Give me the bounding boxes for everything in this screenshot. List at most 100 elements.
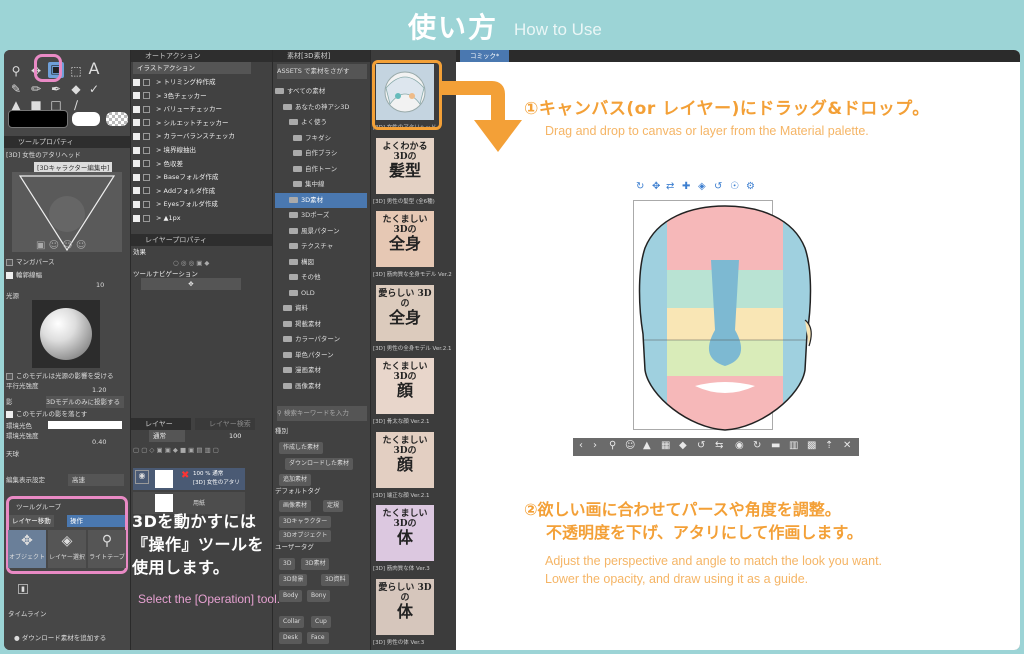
pen-tool-icon[interactable]: ✎ bbox=[8, 82, 24, 96]
tree-item[interactable]: 集中線 bbox=[275, 177, 367, 192]
floor-icon[interactable]: ▬ bbox=[771, 440, 780, 451]
grid-icon[interactable]: ▦ bbox=[661, 440, 670, 451]
material-thumbnail[interactable]: たくましい 3Dの体 bbox=[376, 505, 434, 561]
ambient-strength-value[interactable]: 0.40 bbox=[6, 436, 126, 448]
tree-item[interactable]: テクスチャ bbox=[275, 239, 367, 254]
material-thumbnail[interactable]: たくましい 3Dの顔 bbox=[376, 358, 434, 414]
height-icon[interactable]: ▲ bbox=[643, 440, 651, 451]
pose-icon[interactable]: ☺ bbox=[625, 440, 635, 451]
upload-icon[interactable]: ⇡ bbox=[825, 440, 833, 451]
layer-select-subtool-button[interactable]: ◈ レイヤー選択 bbox=[48, 530, 86, 568]
flip-icon[interactable]: ⇆ bbox=[715, 440, 723, 451]
tag-3d-background[interactable]: 3D背景 bbox=[279, 574, 308, 586]
tree-item[interactable]: 風景パターン bbox=[275, 224, 367, 239]
action-item[interactable]: > ▲1px bbox=[133, 212, 251, 224]
edit-display-select[interactable]: 高速 bbox=[68, 474, 124, 486]
tree-item[interactable]: 漫画素材 bbox=[275, 363, 367, 378]
move-plane-icon[interactable]: ◈ bbox=[698, 181, 706, 192]
tag-desk[interactable]: Desk bbox=[279, 632, 302, 644]
tree-item[interactable]: フキダシ bbox=[275, 131, 367, 146]
rotate-axis-icon[interactable]: ☉ bbox=[730, 181, 739, 192]
action-item[interactable]: > カラーバランスチェッカ bbox=[133, 130, 251, 142]
parallel-light-value[interactable]: 1.20 bbox=[6, 384, 126, 396]
layer-toolbar-icons[interactable]: ▢ ▢ ◇ ▣ ▣ ◆ ■ ▣ ▤ ▥ ▢ bbox=[133, 444, 251, 456]
delete-icon[interactable]: ✖ bbox=[181, 470, 189, 481]
manga-perspective-row[interactable]: マンガパース bbox=[6, 256, 126, 268]
action-item[interactable]: > Addフォルダ作成 bbox=[133, 185, 251, 197]
tag-collar[interactable]: Collar bbox=[279, 616, 305, 628]
snap-icon[interactable]: ⚙ bbox=[746, 181, 755, 192]
rotate-icon[interactable]: ↺ bbox=[697, 440, 705, 451]
tree-item[interactable]: 3Dポーズ bbox=[275, 208, 367, 223]
close-icon[interactable]: ✕ bbox=[843, 440, 851, 451]
preset-icon[interactable]: ▥ bbox=[789, 440, 798, 451]
material-thumbnail[interactable]: よくわかる 3Dの 髪型 bbox=[376, 137, 434, 194]
transparent-color-swatch[interactable] bbox=[106, 112, 128, 126]
eye-icon[interactable]: ◉ bbox=[135, 470, 149, 484]
ambient-color-swatch[interactable] bbox=[48, 421, 122, 429]
blend-mode-select[interactable]: 通常 bbox=[149, 430, 185, 442]
tree-item[interactable]: よく使う bbox=[275, 115, 367, 130]
download-material-button[interactable]: ● ダウンロード素材を追加する bbox=[14, 632, 106, 642]
layer-row-3d[interactable]: ◉ ✖ 100 % 通常 [3D] 女性のアタリ bbox=[133, 468, 245, 490]
material-thumbnail[interactable]: 愛らしい 3Dの体 bbox=[376, 578, 434, 635]
pencil-tool-icon[interactable]: ✏ bbox=[28, 82, 44, 96]
canvas-tab[interactable]: コミック* bbox=[460, 50, 510, 62]
next-icon[interactable]: › bbox=[593, 440, 597, 451]
tag-3d[interactable]: 3D bbox=[279, 558, 296, 570]
view-mode-icons[interactable]: ▣ ☺ ☺ ☺ bbox=[6, 240, 126, 252]
eyedropper-tool-icon[interactable]: ✓ bbox=[86, 82, 102, 96]
tag-created[interactable]: 作成した素材 bbox=[279, 442, 324, 454]
reset-icon[interactable]: ↻ bbox=[753, 440, 761, 451]
tree-item[interactable]: すべての素材 bbox=[275, 84, 367, 99]
tree-item[interactable]: 3D素材 bbox=[275, 192, 367, 208]
tab-layer-move[interactable]: レイヤー移動 bbox=[9, 515, 54, 527]
timeline-icon[interactable]: ▮ bbox=[18, 584, 28, 594]
action-set-select[interactable]: イラストアクション bbox=[133, 62, 251, 74]
tree-item[interactable]: OLD bbox=[275, 286, 367, 301]
tool-navigation-button[interactable]: ✥ bbox=[141, 278, 241, 290]
action-item[interactable]: > シルエットチェッカー bbox=[133, 117, 251, 129]
rotate-object-icon[interactable]: ↺ bbox=[714, 181, 722, 192]
cast-shadow-row[interactable]: このモデルの影を落とす bbox=[6, 408, 126, 420]
tag-bony[interactable]: Bony bbox=[307, 590, 331, 602]
tag-ruler[interactable]: 定規 bbox=[323, 500, 344, 512]
action-item[interactable]: > 3色チェッカー bbox=[133, 90, 251, 102]
lock-icon[interactable]: ◆ bbox=[679, 440, 687, 451]
tag-image[interactable]: 画像素材 bbox=[279, 500, 312, 512]
opacity-value[interactable]: 100 bbox=[229, 430, 249, 442]
light-table-subtool-button[interactable]: ⚲ ライトテーブ bbox=[88, 530, 126, 568]
tree-item[interactable]: その他 bbox=[275, 270, 367, 285]
object-subtool-button[interactable]: ✥ オブジェクト bbox=[8, 530, 46, 568]
action-item[interactable]: > 色収差 bbox=[133, 158, 251, 170]
tag-3d-character[interactable]: 3Dキャラクター bbox=[279, 516, 332, 528]
tree-item[interactable]: 画像素材 bbox=[275, 379, 367, 394]
material-thumbnail[interactable]: たくましい 3Dの顔 bbox=[376, 431, 434, 488]
text-tool-icon[interactable]: A bbox=[86, 61, 102, 77]
eraser-tool-icon[interactable]: ◆ bbox=[68, 82, 84, 96]
select-tool-icon[interactable]: ⬚ bbox=[68, 64, 84, 78]
move-object-icon[interactable]: ✚ bbox=[682, 181, 690, 192]
material-thumbnail[interactable]: たくましい 3Dの 全身 bbox=[376, 211, 434, 267]
ruler-tool-icon[interactable]: ∕ bbox=[68, 98, 84, 112]
tree-item[interactable]: 単色パターン bbox=[275, 348, 367, 363]
tree-item[interactable]: 自作ブラシ bbox=[275, 146, 367, 161]
action-item[interactable]: > Eyesフォルダ作成 bbox=[133, 198, 251, 210]
action-item[interactable]: > 境界線抽出 bbox=[133, 144, 251, 156]
view-icon[interactable]: ◉ bbox=[735, 440, 744, 451]
action-item[interactable]: > バリューチェッカー bbox=[133, 103, 251, 115]
tree-item[interactable]: カラーパターン bbox=[275, 332, 367, 347]
shadow-select[interactable]: 3Dモデルのみに投影する bbox=[46, 396, 124, 408]
camera-icon[interactable]: ⚲ bbox=[609, 440, 616, 451]
tab-layer-search[interactable]: レイヤー検索 bbox=[195, 418, 255, 430]
light-preview[interactable] bbox=[32, 300, 100, 368]
action-item[interactable]: > トリミング枠作成 bbox=[133, 76, 251, 88]
tag-body[interactable]: Body bbox=[279, 590, 303, 602]
zoom-camera-icon[interactable]: ⇄ bbox=[666, 181, 674, 192]
sub-color-swatch[interactable] bbox=[72, 112, 100, 126]
magnifier-tool-icon[interactable]: ⚲ bbox=[8, 64, 24, 78]
tag-3d-material[interactable]: 3D素材 bbox=[301, 558, 330, 570]
tree-item[interactable]: 資料 bbox=[275, 301, 367, 316]
tab-operation[interactable]: 操作 bbox=[67, 515, 125, 527]
tag-face[interactable]: Face bbox=[307, 632, 329, 644]
